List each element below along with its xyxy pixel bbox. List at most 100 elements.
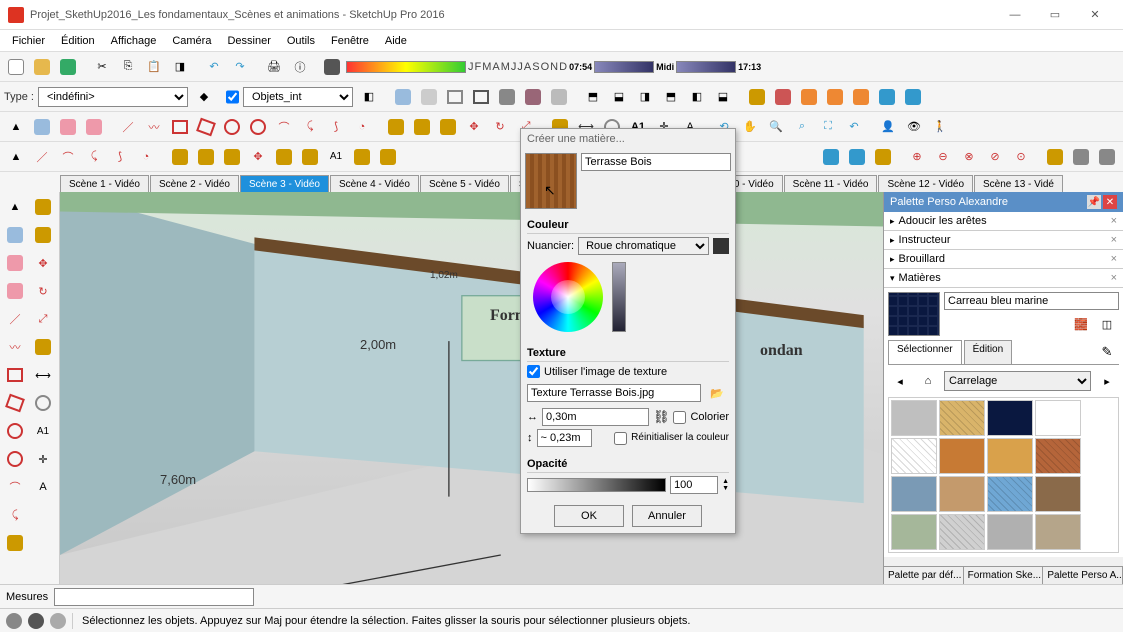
material-cell-2[interactable] <box>987 400 1033 436</box>
lt-eraser[interactable] <box>2 250 28 276</box>
dim-label-tool[interactable]: A1 <box>324 145 348 169</box>
tray-header[interactable]: Palette Perso Alexandre 📌 ✕ <box>884 192 1123 212</box>
zoom-tool[interactable]: 🔍 <box>764 115 788 139</box>
material-cell-9[interactable] <box>939 476 985 512</box>
lt-followme[interactable] <box>30 194 56 220</box>
lt-rect-rot[interactable] <box>2 390 28 416</box>
paste-button[interactable]: 📋 <box>142 55 166 79</box>
front-view-button[interactable]: ⬓ <box>607 85 631 109</box>
mono-button[interactable] <box>547 85 571 109</box>
extension-button[interactable] <box>1069 145 1093 169</box>
type-select[interactable]: <indéfini> <box>38 87 188 107</box>
look-around-tool[interactable]: 👁 <box>902 115 926 139</box>
lt-text[interactable]: A1 <box>30 418 56 444</box>
use-texture-checkbox[interactable] <box>527 365 540 378</box>
offset-tool[interactable] <box>436 115 460 139</box>
look-button[interactable] <box>901 85 925 109</box>
colorize-checkbox[interactable] <box>673 411 686 424</box>
lt-select[interactable]: ▲ <box>2 194 28 220</box>
material-cell-6[interactable] <box>987 438 1033 474</box>
menu-aide[interactable]: Aide <box>377 32 415 50</box>
rotated-rect-tool[interactable] <box>194 115 218 139</box>
lt-protractor[interactable] <box>30 390 56 416</box>
pushpull-tool[interactable] <box>384 115 408 139</box>
scene-tab-5[interactable]: Scène 5 - Vidéo <box>420 175 509 193</box>
solid1-button[interactable] <box>168 145 192 169</box>
material-cell-1[interactable] <box>939 400 985 436</box>
layer-visible-checkbox[interactable] <box>226 87 239 107</box>
lt-dimension[interactable]: ⟷ <box>30 362 56 388</box>
shadow-toggle-button[interactable] <box>320 55 344 79</box>
line2-tool[interactable]: ／ <box>30 145 54 169</box>
shaded-button[interactable] <box>495 85 519 109</box>
eraser-tool[interactable] <box>56 115 80 139</box>
picker-select[interactable]: Roue chromatique <box>578 237 709 255</box>
material-cell-11[interactable] <box>1035 476 1081 512</box>
scene-tab-1[interactable]: Scène 1 - Vidéo <box>60 175 149 193</box>
solid-union-button[interactable]: ⊕ <box>905 145 929 169</box>
lt-freehand[interactable]: 〰 <box>2 334 28 360</box>
lt-rotate[interactable]: ↻ <box>30 278 56 304</box>
walk-button[interactable] <box>875 85 899 109</box>
zoom-window-tool[interactable]: ⌕ <box>790 115 814 139</box>
acc-instructor[interactable]: ▸Instructeur× <box>884 231 1123 250</box>
material-cell-3[interactable] <box>1035 400 1081 436</box>
section-display-button[interactable] <box>823 85 847 109</box>
reset-color-checkbox[interactable] <box>614 432 627 445</box>
sandbox2-button[interactable] <box>376 145 400 169</box>
print-button[interactable]: 🖨 <box>262 55 286 79</box>
bottom-tab-formation[interactable]: Formation Ske... <box>964 567 1044 584</box>
lt-arc2[interactable]: ⤹ <box>2 502 28 528</box>
section-cut-button[interactable] <box>849 85 873 109</box>
component-tool[interactable] <box>30 115 54 139</box>
undo-button[interactable]: ↶ <box>202 55 226 79</box>
back-button[interactable]: ◂ <box>888 369 912 393</box>
layer-select[interactable]: Objets_int <box>243 87 353 107</box>
select-tool[interactable]: ▲ <box>4 115 28 139</box>
lt-paint[interactable] <box>2 278 28 304</box>
acc-fog-close[interactable]: × <box>1111 253 1117 265</box>
opacity-spinner[interactable]: ▲▼ <box>722 478 729 492</box>
menu-camera[interactable]: Caméra <box>164 32 219 50</box>
material-cell-0[interactable] <box>891 400 937 436</box>
material-cell-12[interactable] <box>891 514 937 550</box>
collection-menu-button[interactable]: ▸ <box>1095 369 1119 393</box>
lt-scale[interactable]: ⤢ <box>30 306 56 332</box>
time-slider-2[interactable] <box>676 61 736 73</box>
texture-height-input[interactable] <box>537 429 593 447</box>
pan-tool[interactable]: ✋ <box>738 115 762 139</box>
current-material-name[interactable] <box>944 292 1119 310</box>
scene-tab-3[interactable]: Scène 3 - Vidéo <box>240 175 329 193</box>
scene-tab-13[interactable]: Scène 13 - Vidé <box>974 175 1063 193</box>
create-material-button[interactable]: 🧱 <box>1069 312 1093 336</box>
right-view-button[interactable]: ◨ <box>633 85 657 109</box>
material-cell-5[interactable] <box>939 438 985 474</box>
top-view-button[interactable]: ⬒ <box>581 85 605 109</box>
menu-outils[interactable]: Outils <box>279 32 323 50</box>
position-camera-tool[interactable]: 👤 <box>876 115 900 139</box>
cut-button[interactable]: ✂ <box>90 55 114 79</box>
solid6-button[interactable] <box>298 145 322 169</box>
status-icon-1[interactable] <box>6 613 22 629</box>
lt-offset[interactable] <box>30 222 56 248</box>
polygon-tool[interactable] <box>246 115 270 139</box>
warehouse-button[interactable] <box>1043 145 1067 169</box>
scene-tab-11[interactable]: Scène 11 - Vidéo <box>784 175 878 193</box>
menu-fenetre[interactable]: Fenêtre <box>323 32 377 50</box>
acc-soften[interactable]: ▸Adoucir les arêtes× <box>884 212 1123 231</box>
browse-texture-button[interactable]: 📂 <box>705 381 729 405</box>
circle-tool[interactable] <box>220 115 244 139</box>
paint-tool[interactable] <box>82 115 106 139</box>
acc-soften-close[interactable]: × <box>1111 215 1117 227</box>
material-cell-7[interactable] <box>1035 438 1081 474</box>
wireframe-button[interactable] <box>443 85 467 109</box>
scene-tab-12[interactable]: Scène 12 - Vidéo <box>878 175 973 193</box>
value-slider[interactable] <box>612 262 626 332</box>
acc-materials[interactable]: ▾Matières× <box>884 269 1123 288</box>
solid5-button[interactable] <box>272 145 296 169</box>
cancel-button[interactable]: Annuler <box>632 505 702 527</box>
walk-tool-b[interactable]: 🚶 <box>928 115 952 139</box>
tray-pin-button[interactable]: 📌 <box>1087 195 1101 209</box>
move-tool[interactable]: ✥ <box>462 115 486 139</box>
send-model-button[interactable] <box>745 85 769 109</box>
